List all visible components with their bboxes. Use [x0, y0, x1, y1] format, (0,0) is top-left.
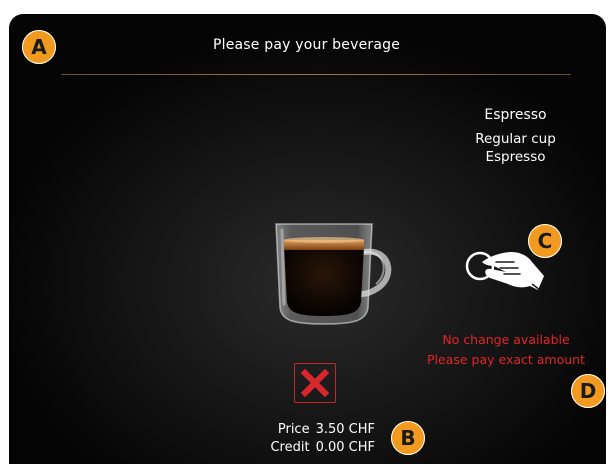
espresso-cup-icon: [275, 223, 392, 325]
callout-marker-a: A: [22, 30, 56, 64]
page: Please pay your beverage Espresso Regula…: [0, 0, 613, 464]
beverage-type: Espresso: [485, 149, 546, 165]
credit-label: Credit: [270, 440, 310, 455]
title-divider: [61, 74, 571, 75]
credit-row: Credit 0.00 CHF: [225, 440, 375, 455]
callout-marker-d: D: [571, 374, 605, 408]
close-icon: [300, 369, 330, 397]
beverage-name: Espresso: [484, 107, 547, 123]
price-label: Price: [277, 422, 310, 437]
price-row: Price 3.50 CHF: [225, 422, 375, 437]
cancel-button[interactable]: [294, 363, 336, 403]
exact-amount-warning: Please pay exact amount: [426, 352, 585, 367]
screen-title: Please pay your beverage: [212, 37, 401, 53]
credit-value: 0.00 CHF: [315, 440, 375, 455]
cup-size: Regular cup: [475, 131, 556, 147]
price-value: 3.50 CHF: [315, 422, 375, 437]
callout-marker-b: B: [391, 421, 425, 455]
no-change-warning: No change available: [442, 332, 570, 347]
callout-marker-c: C: [528, 224, 562, 258]
